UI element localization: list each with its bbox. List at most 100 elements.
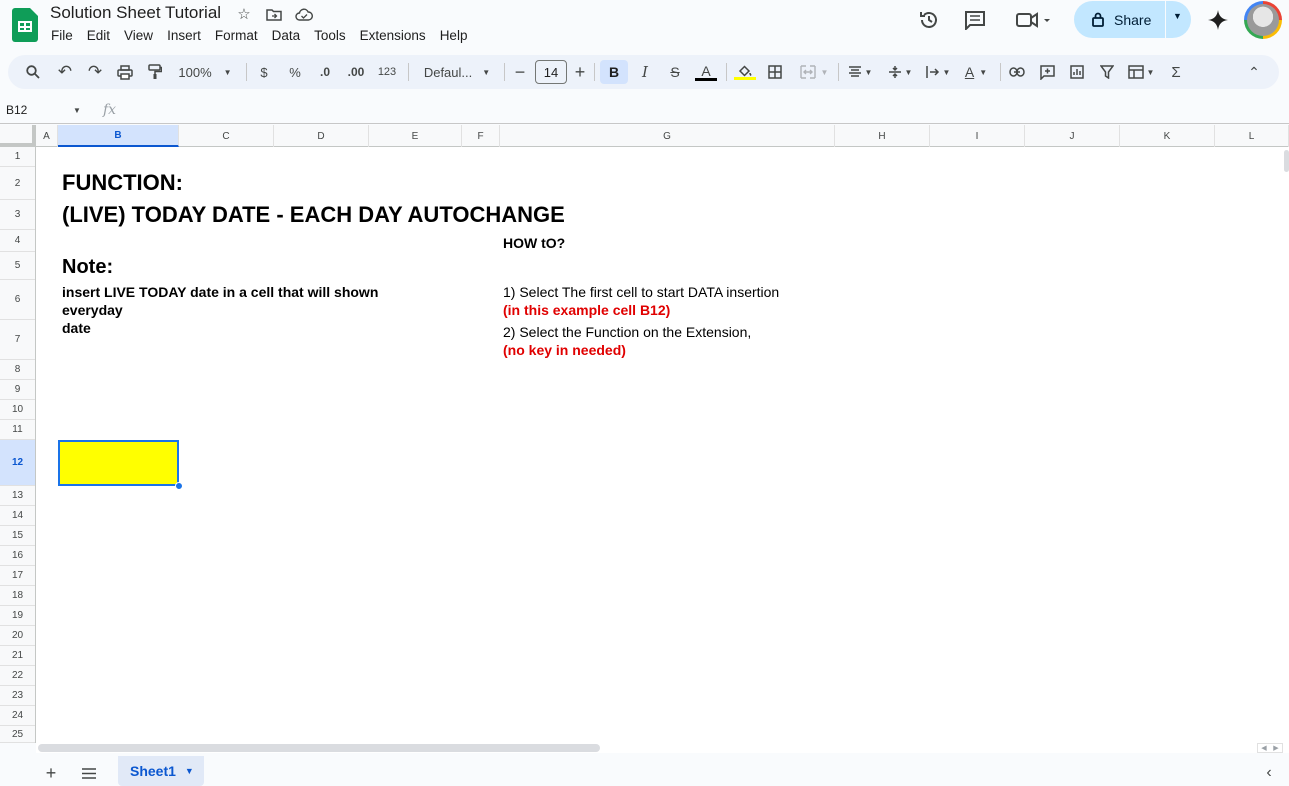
comments-icon[interactable] — [957, 2, 993, 38]
row-header-11[interactable]: 11 — [0, 420, 35, 440]
select-all-corner[interactable] — [0, 125, 36, 147]
percent-format-button[interactable]: % — [286, 60, 304, 84]
merge-cells-icon[interactable]: ▼ — [794, 60, 834, 84]
increase-decimal-button[interactable]: .00 — [344, 60, 368, 84]
decrease-font-size-button[interactable]: − — [512, 60, 528, 84]
row-header-21[interactable]: 21 — [0, 646, 35, 666]
cell-g4[interactable]: HOW tO? — [503, 235, 565, 251]
selected-cell-b12[interactable] — [58, 440, 179, 486]
row-header-19[interactable]: 19 — [0, 606, 35, 626]
decrease-decimal-button[interactable]: .0 — [314, 60, 336, 84]
star-icon[interactable]: ☆ — [234, 4, 254, 24]
cell-b2[interactable]: FUNCTION: — [62, 170, 183, 196]
row-header-7[interactable]: 7 — [0, 320, 35, 360]
gemini-icon[interactable] — [1200, 2, 1236, 38]
cell-g7-line2[interactable]: (no key in needed) — [503, 342, 626, 358]
share-button[interactable]: Share ▼ — [1074, 1, 1191, 38]
cell-g7-line1[interactable]: 2) Select the Function on the Extension, — [503, 324, 751, 340]
insert-chart-icon[interactable] — [1066, 60, 1088, 84]
vertical-align-icon[interactable]: ▼ — [884, 60, 916, 84]
filter-views-icon[interactable]: ▼ — [1124, 60, 1158, 84]
row-header-12[interactable]: 12 — [0, 440, 35, 486]
zoom-select[interactable]: 100% ▼ — [174, 60, 236, 84]
fill-color-button[interactable] — [734, 60, 756, 84]
menu-tools[interactable]: Tools — [307, 26, 353, 46]
column-header-h[interactable]: H — [835, 125, 930, 147]
collapse-toolbar-icon[interactable]: ⌃ — [1244, 60, 1264, 84]
text-rotation-icon[interactable]: A ▼ — [960, 60, 992, 84]
row-header-9[interactable]: 9 — [0, 380, 35, 400]
strikethrough-button[interactable]: S — [664, 60, 686, 84]
cell-g6-line2[interactable]: (in this example cell B12) — [503, 302, 670, 318]
paint-format-icon[interactable] — [144, 60, 166, 84]
horizontal-align-icon[interactable]: ▼ — [844, 60, 876, 84]
document-title[interactable]: Solution Sheet Tutorial — [50, 3, 221, 23]
italic-button[interactable]: I — [634, 60, 656, 84]
sheet-tab-dropdown-icon[interactable]: ▼ — [185, 766, 194, 776]
vertical-scrollbar-thumb[interactable] — [1284, 150, 1289, 172]
row-header-23[interactable]: 23 — [0, 686, 35, 706]
cell-b6-line2[interactable]: everyday — [62, 302, 123, 318]
cell-b6-line1[interactable]: insert LIVE TODAY date in a cell that wi… — [62, 284, 378, 300]
row-header-16[interactable]: 16 — [0, 546, 35, 566]
menu-edit[interactable]: Edit — [80, 26, 117, 46]
column-header-l[interactable]: L — [1215, 125, 1289, 147]
vertical-scrollbar[interactable] — [1283, 147, 1289, 743]
bold-button[interactable]: B — [600, 60, 628, 84]
row-header-17[interactable]: 17 — [0, 566, 35, 586]
functions-icon[interactable]: Σ — [1166, 60, 1186, 84]
menu-file[interactable]: File — [44, 26, 80, 46]
share-dropdown-icon[interactable]: ▼ — [1173, 11, 1182, 21]
row-header-25[interactable]: 25 — [0, 726, 35, 743]
filter-icon[interactable] — [1096, 60, 1118, 84]
row-header-15[interactable]: 15 — [0, 526, 35, 546]
column-header-f[interactable]: F — [462, 125, 500, 147]
menu-extensions[interactable]: Extensions — [353, 26, 433, 46]
horizontal-scroll-arrows[interactable]: ◀ ▶ — [1257, 743, 1283, 753]
row-header-20[interactable]: 20 — [0, 626, 35, 646]
cloud-status-icon[interactable] — [294, 4, 314, 24]
add-sheet-icon[interactable]: + — [38, 760, 64, 786]
cell-b6-line3[interactable]: date — [62, 320, 91, 336]
name-box-dropdown-icon[interactable]: ▼ — [73, 106, 81, 115]
text-color-button[interactable]: A — [694, 60, 718, 84]
text-wrapping-icon[interactable]: ▼ — [922, 60, 954, 84]
undo-icon[interactable]: ↶ — [54, 60, 76, 84]
row-header-13[interactable]: 13 — [0, 486, 35, 506]
meet-icon[interactable] — [1010, 2, 1058, 38]
font-select[interactable]: Defaul... ▼ — [418, 60, 496, 84]
font-size-input[interactable]: 14 — [535, 60, 567, 84]
name-box[interactable]: B12 — [6, 103, 27, 117]
column-header-k[interactable]: K — [1120, 125, 1215, 147]
sheet-tab-sheet1[interactable]: Sheet1 ▼ — [118, 756, 204, 786]
row-header-10[interactable]: 10 — [0, 400, 35, 420]
row-header-24[interactable]: 24 — [0, 706, 35, 726]
row-header-4[interactable]: 4 — [0, 230, 35, 252]
row-header-8[interactable]: 8 — [0, 360, 35, 380]
menu-view[interactable]: View — [117, 26, 160, 46]
borders-icon[interactable] — [764, 60, 786, 84]
search-menus-icon[interactable] — [22, 60, 44, 84]
cell-b3[interactable]: (LIVE) TODAY DATE - EACH DAY AUTOCHANGE — [62, 202, 565, 228]
row-header-3[interactable]: 3 — [0, 200, 35, 230]
more-formats-button[interactable]: 123 — [374, 60, 400, 84]
cell-g6-line1[interactable]: 1) Select The first cell to start DATA i… — [503, 284, 779, 300]
version-history-icon[interactable] — [911, 2, 947, 38]
column-header-e[interactable]: E — [369, 125, 462, 147]
move-folder-icon[interactable] — [264, 4, 284, 24]
print-icon[interactable] — [114, 60, 136, 84]
column-header-b[interactable]: B — [58, 125, 179, 147]
column-header-d[interactable]: D — [274, 125, 369, 147]
fill-handle[interactable] — [175, 482, 183, 490]
menu-data[interactable]: Data — [265, 26, 308, 46]
account-avatar[interactable] — [1244, 1, 1282, 39]
column-header-j[interactable]: J — [1025, 125, 1120, 147]
currency-format-button[interactable]: $ — [256, 60, 272, 84]
horizontal-scrollbar-thumb[interactable] — [38, 744, 600, 752]
row-header-5[interactable]: 5 — [0, 252, 35, 280]
cell-b5[interactable]: Note: — [62, 256, 113, 279]
menu-help[interactable]: Help — [433, 26, 475, 46]
redo-icon[interactable]: ↷ — [84, 60, 106, 84]
insert-link-icon[interactable] — [1006, 60, 1028, 84]
row-header-18[interactable]: 18 — [0, 586, 35, 606]
